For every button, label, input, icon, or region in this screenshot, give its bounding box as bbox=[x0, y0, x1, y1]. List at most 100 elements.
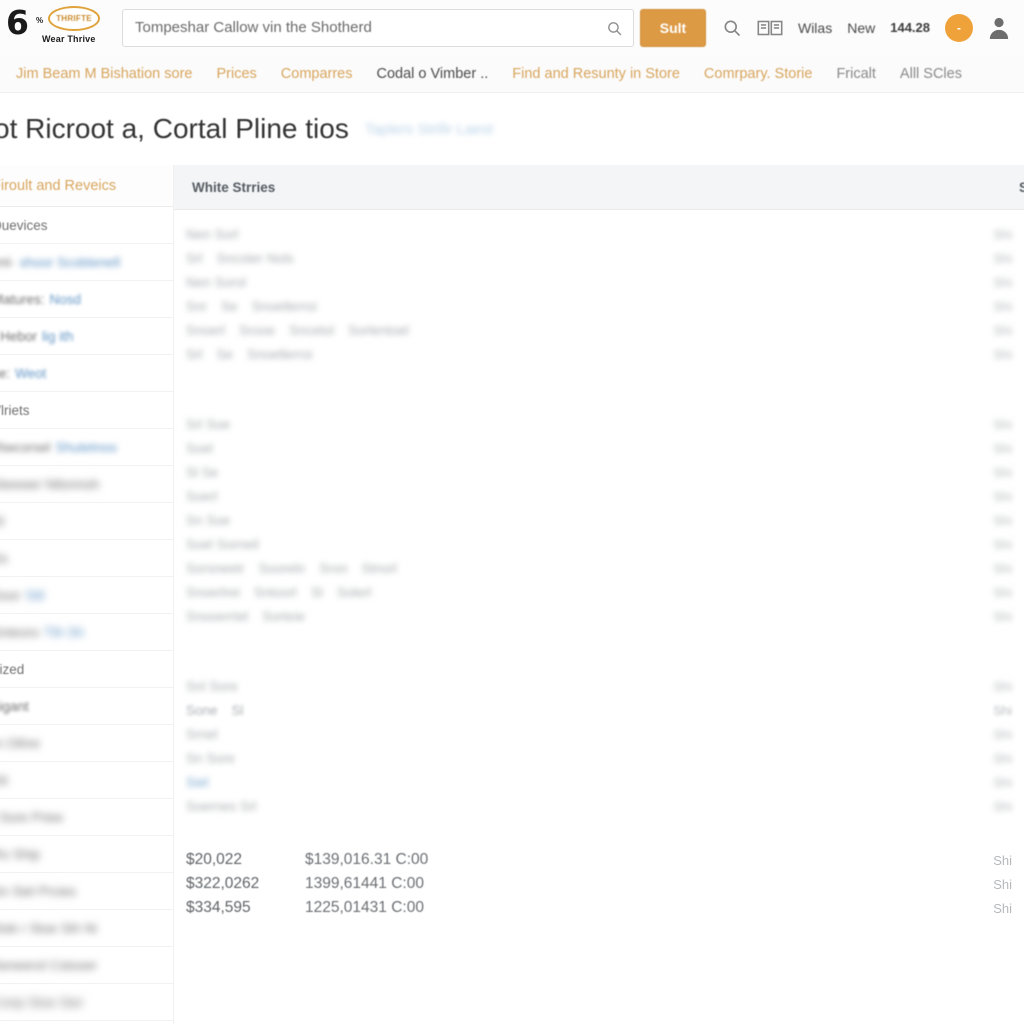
sidebar-row[interactable]: Sn Siel Prcies bbox=[0, 873, 173, 910]
table-cell-shipping: Shi bbox=[993, 322, 1012, 338]
nav-item-4[interactable]: Find and Resunty in Store bbox=[500, 66, 692, 82]
sidebar-row-value[interactable]: Weot bbox=[15, 366, 46, 381]
search-icon[interactable] bbox=[606, 20, 623, 37]
table-row[interactable]: Sn Sore Shi bbox=[174, 746, 1024, 770]
table-row[interactable]: Soel Shi bbox=[174, 436, 1024, 460]
nav-item-0[interactable]: Jim Beam M Bishation sore bbox=[4, 66, 204, 82]
table-row[interactable]: Siel Shi bbox=[174, 770, 1024, 794]
sidebar-row[interactable]: ce: Weot bbox=[0, 355, 173, 392]
sidebar-row[interactable]: Ro Ship bbox=[0, 836, 173, 873]
table-row[interactable]: $20,022 $139,016.31 C:00 Shi bbox=[174, 848, 1024, 872]
table-cell: Srl Soe bbox=[186, 416, 231, 432]
row-spacer bbox=[174, 628, 1024, 674]
sidebar-row-label: Seneerol Cstooer bbox=[0, 957, 98, 973]
table-cell: Solerl bbox=[336, 584, 372, 600]
nav-item-1[interactable]: Prices bbox=[204, 66, 268, 82]
table-row[interactable]: $334,595 1225,01431 C:00 Shi bbox=[174, 896, 1024, 920]
user-avatar-icon[interactable] bbox=[988, 16, 1010, 40]
table-row[interactable]: Nen Sorl Shi bbox=[174, 222, 1024, 246]
nav-item-5[interactable]: Comrpary. Storie bbox=[692, 66, 825, 82]
sidebar-row[interactable]: Sl bbox=[0, 503, 173, 540]
cart-badge[interactable]: - bbox=[945, 13, 973, 42]
book-icon[interactable] bbox=[757, 19, 783, 37]
table-row[interactable]: Soerl Shi bbox=[174, 484, 1024, 508]
table-cell: Soernes Srl bbox=[186, 798, 257, 814]
sidebar-row[interactable]: Duevices bbox=[0, 207, 173, 244]
table-cell: Sron bbox=[319, 560, 348, 576]
sidebar-row-label: Ss bbox=[0, 550, 8, 566]
sidebar-row-label: Matures: bbox=[0, 291, 45, 307]
nav-item-2[interactable]: Comparres bbox=[269, 66, 365, 82]
table-cell-shipping: Shi bbox=[993, 900, 1012, 916]
table-row[interactable]: $322,0262 1399,61441 C:00 Shi bbox=[174, 872, 1024, 896]
table-cell: Snoetlerroi bbox=[251, 298, 317, 314]
page-subtitle-link[interactable]: Taplers Strifir Laest bbox=[365, 121, 493, 138]
sidebar-row[interactable]: Ss bbox=[0, 540, 173, 577]
sidebar-row[interactable]: Riwcorsel Shutetnoo bbox=[0, 429, 173, 466]
sidebar-row-label: Steewer Ntlonnoh bbox=[0, 476, 100, 492]
sidebar-row-value[interactable]: Tth Sh bbox=[44, 625, 84, 640]
sidebar-row[interactable]: Vlriets bbox=[0, 392, 173, 429]
new-link[interactable]: New bbox=[847, 20, 875, 36]
table-row[interactable]: Snr Se Snoetlerroi Shi bbox=[174, 294, 1024, 318]
sidebar-row[interactable]: r Hebor lig ith bbox=[0, 318, 173, 355]
search-box[interactable] bbox=[122, 8, 634, 47]
sidebar-tab-reviews[interactable]: Firoult and Reveics bbox=[0, 165, 173, 207]
table-row[interactable]: Srl Se Snoetlerroi Shi bbox=[174, 342, 1024, 366]
sidebar-row[interactable]: Iml-shoor Scobtenell bbox=[0, 244, 173, 281]
table-cell: Nen Sorl bbox=[186, 226, 239, 242]
sidebar-row-label: uized bbox=[0, 661, 25, 677]
table-cell-shipping: Shi bbox=[993, 250, 1012, 266]
table-cell: Snr bbox=[186, 298, 208, 314]
table-row[interactable]: Sl Se Shi bbox=[174, 460, 1024, 484]
wishlist-link[interactable]: Wilas bbox=[798, 20, 832, 36]
sidebar-row[interactable]: ln Othre bbox=[0, 725, 173, 762]
table-row[interactable]: Snoerl Srooe Sncetol Sorlentoel Shi bbox=[174, 318, 1024, 342]
site-logo[interactable]: 6 % THRIFTE Wear Thrive bbox=[0, 0, 118, 55]
search-submit-button[interactable]: Sult bbox=[640, 8, 706, 47]
table-cell: Sl bbox=[231, 702, 244, 718]
table-row[interactable]: Snoerlrei Sntoorl Sl Solerl Shi bbox=[174, 580, 1024, 604]
table-row[interactable]: Snooerrtel Sorteie Shi bbox=[174, 604, 1024, 628]
table-row[interactable]: Soel Sorneil Shi bbox=[174, 532, 1024, 556]
search-input[interactable] bbox=[123, 9, 633, 46]
table-body: Nen Sorl Shi Srl Sncoter Nols Shi Nen Sorol Sh… bbox=[174, 210, 1024, 920]
nav-item-6[interactable]: Fricalt bbox=[824, 66, 887, 82]
sidebar-row[interactable]: Seneerol Cstooer bbox=[0, 947, 173, 984]
table-row[interactable]: Snl Sore Shi bbox=[174, 674, 1024, 698]
sidebar-row[interactable]: Matures: Nosd bbox=[0, 281, 173, 318]
sidebar-row[interactable]: Sisk r Stoe Sih Ni bbox=[0, 910, 173, 947]
table-cell-price: 1399,61441 C:00 bbox=[305, 875, 424, 892]
sidebar-row-value[interactable]: shoor Scobtenell bbox=[20, 255, 121, 270]
table-cell: Soerl bbox=[186, 488, 218, 504]
cart-amount: 144.28 bbox=[890, 20, 930, 35]
table-row[interactable]: Soernes Srl Shi bbox=[174, 794, 1024, 818]
search-icon[interactable] bbox=[722, 18, 742, 38]
nav-item-3[interactable]: Codal o Vimber .. bbox=[365, 66, 501, 82]
sidebar-row-value[interactable]: lig ith bbox=[42, 329, 74, 344]
nav-item-7[interactable]: Alll SCles bbox=[888, 66, 974, 82]
logo-tagline: Wear Thrive bbox=[42, 34, 96, 44]
sidebar-row[interactable]: Steewer Ntlonnoh bbox=[0, 466, 173, 503]
sidebar-row[interactable]: Soor Stil bbox=[0, 577, 173, 614]
table-row[interactable]: Srnel Shi bbox=[174, 722, 1024, 746]
sidebar-row[interactable]: uized bbox=[0, 651, 173, 688]
table-row[interactable]: Sorsneetr Sooreln Sron Stnorl Shi bbox=[174, 556, 1024, 580]
sidebar-row[interactable]: higant bbox=[0, 688, 173, 725]
sidebar-row[interactable]: Snteoro Tth Sh bbox=[0, 614, 173, 651]
table-row[interactable]: Srl Soe Shi bbox=[174, 412, 1024, 436]
table-row[interactable]: Sone Sl Shi bbox=[174, 698, 1024, 722]
sidebar-row[interactable]: Conp Stoe Sier bbox=[0, 984, 173, 1021]
table-row[interactable]: Nen Sorol Shi bbox=[174, 270, 1024, 294]
logo-badge-ring: THRIFTE bbox=[48, 6, 100, 31]
sidebar-row[interactable]: Sit bbox=[0, 762, 173, 799]
sidebar-row-value[interactable]: Shutetnoo bbox=[56, 440, 118, 455]
sidebar-row-value[interactable]: Stil bbox=[26, 588, 45, 603]
sidebar-row-label: ce: bbox=[0, 365, 11, 381]
sidebar-row-label: Duevices bbox=[0, 217, 48, 233]
sidebar-row-value[interactable]: Nosd bbox=[50, 292, 82, 307]
table-row[interactable]: Srl Sncoter Nols Shi bbox=[174, 246, 1024, 270]
sidebar-row[interactable]: I Sore Priee bbox=[0, 799, 173, 836]
category-nav: Jim Beam M Bishation sore Prices Comparres… bbox=[0, 55, 1024, 93]
table-row[interactable]: Sn Soe Shi bbox=[174, 508, 1024, 532]
